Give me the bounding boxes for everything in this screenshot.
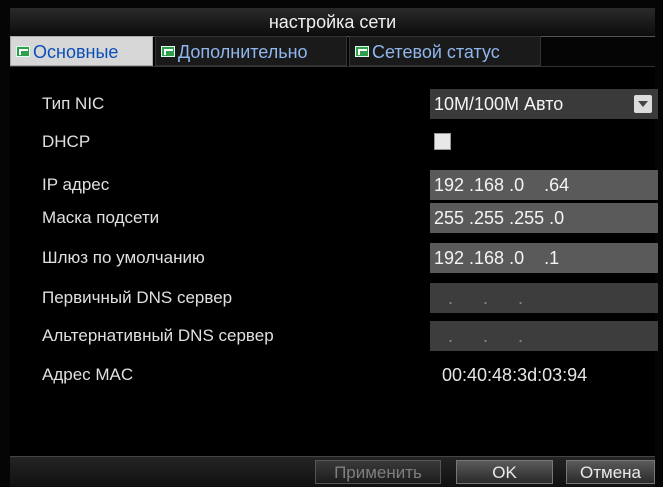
tab-network-status-label: Сетевой статус bbox=[372, 42, 500, 62]
dhcp-label: DHCP bbox=[42, 132, 91, 151]
chevron-down-icon[interactable] bbox=[634, 95, 652, 113]
tab-network-status[interactable]: Сетевой статус bbox=[349, 36, 541, 66]
button-bar: Применить OK Отмена bbox=[10, 456, 655, 487]
window-title: настройка сети bbox=[10, 8, 655, 37]
tab-icon bbox=[355, 46, 369, 57]
dns1-label: Первичный DNS сервер bbox=[42, 288, 233, 307]
dns2-label: Альтернативный DNS сервер bbox=[42, 326, 274, 345]
network-settings-window: настройка сети Основные Дополнительно Се… bbox=[0, 0, 663, 487]
mac-value: 00:40:48:3d:03:94 bbox=[442, 365, 588, 385]
dns2-field[interactable]: . . . bbox=[430, 321, 658, 351]
tab-advanced[interactable]: Дополнительно bbox=[155, 36, 347, 66]
tab-icon bbox=[161, 46, 175, 57]
gateway-field[interactable]: 192 .168 .0 .1 bbox=[430, 243, 658, 273]
ok-button[interactable]: OK bbox=[456, 460, 553, 484]
cancel-button[interactable]: Отмена bbox=[566, 460, 655, 484]
tab-basic[interactable]: Основные bbox=[10, 36, 153, 66]
nic-type-label: Тип NIC bbox=[42, 94, 105, 113]
tab-icon bbox=[16, 46, 30, 57]
gateway-label: Шлюз по умолчанию bbox=[42, 248, 205, 267]
mac-label: Адрес MAC bbox=[42, 365, 134, 384]
nic-type-select[interactable]: 10M/100M Авто bbox=[430, 89, 658, 119]
tab-advanced-label: Дополнительно bbox=[178, 42, 308, 62]
tab-bar: Основные Дополнительно Сетевой статус bbox=[10, 36, 655, 66]
tab-basic-label: Основные bbox=[33, 42, 119, 62]
nic-type-value: 10M/100M Авто bbox=[434, 94, 564, 114]
settings-panel: Тип NIC 10M/100M Авто DHCP IP адрес 192 … bbox=[10, 66, 658, 457]
mask-field[interactable]: 255 .255 .255 .0 bbox=[430, 203, 658, 233]
mask-label: Маска подсети bbox=[42, 208, 160, 227]
dhcp-checkbox[interactable] bbox=[434, 133, 451, 150]
ip-label: IP адрес bbox=[42, 175, 110, 194]
dns1-field[interactable]: . . . bbox=[430, 283, 658, 313]
apply-button[interactable]: Применить bbox=[315, 460, 441, 484]
ip-field[interactable]: 192 .168 .0 .64 bbox=[430, 170, 658, 200]
